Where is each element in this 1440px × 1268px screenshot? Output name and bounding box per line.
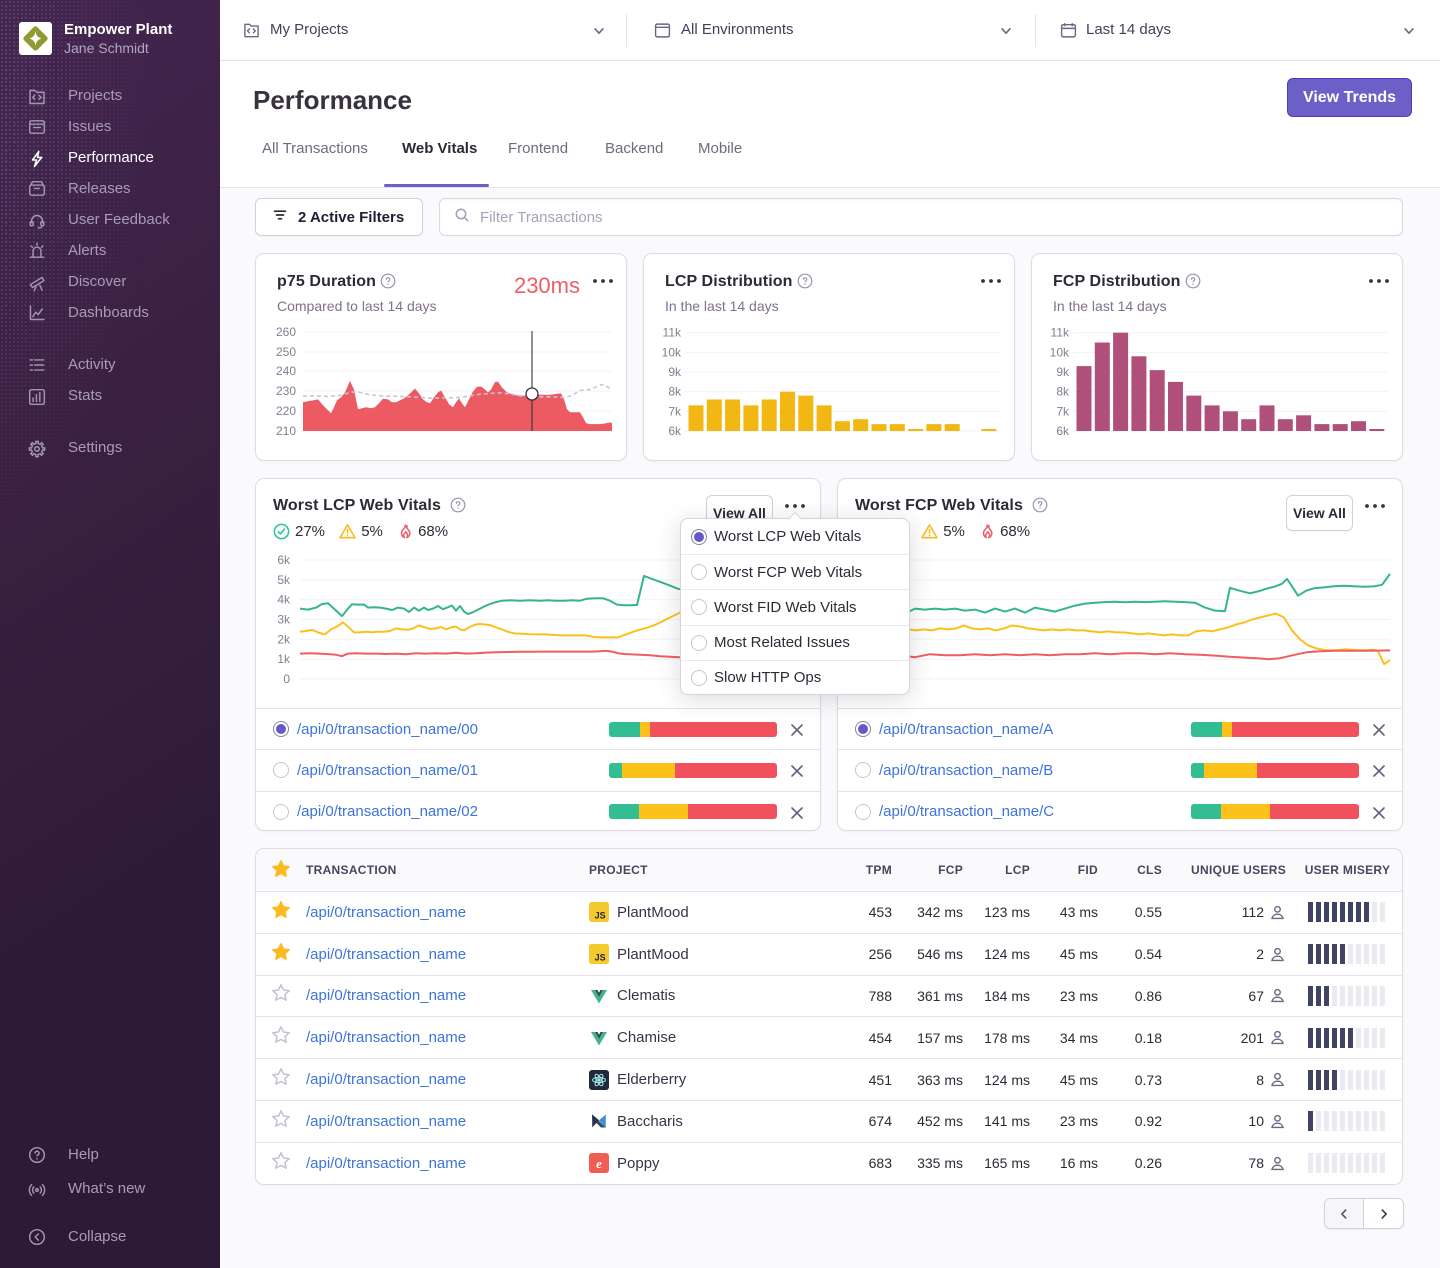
- svg-text:210: 210: [276, 424, 296, 438]
- svg-text:4k: 4k: [277, 593, 291, 607]
- svg-text:6k: 6k: [277, 553, 291, 567]
- svg-text:230: 230: [276, 384, 296, 398]
- svg-text:220: 220: [276, 404, 296, 418]
- svg-text:8k: 8k: [668, 385, 682, 399]
- svg-text:e: e: [596, 1156, 602, 1171]
- svg-text:10k: 10k: [662, 345, 682, 359]
- svg-text:11k: 11k: [663, 326, 682, 340]
- svg-text:2k: 2k: [277, 632, 291, 646]
- svg-text:7k: 7k: [1056, 404, 1070, 418]
- svg-text:6k: 6k: [1056, 424, 1070, 438]
- svg-text:9k: 9k: [1056, 365, 1070, 379]
- svg-text:9k: 9k: [668, 365, 682, 379]
- svg-text:0: 0: [283, 672, 290, 686]
- svg-text:1k: 1k: [277, 652, 291, 666]
- svg-text:240: 240: [276, 364, 296, 378]
- svg-text:10k: 10k: [1050, 345, 1070, 359]
- svg-text:6k: 6k: [668, 424, 682, 438]
- svg-text:7k: 7k: [668, 404, 682, 418]
- svg-text:3k: 3k: [277, 613, 291, 627]
- svg-text:250: 250: [276, 345, 296, 359]
- svg-text:5k: 5k: [277, 573, 291, 587]
- svg-text:260: 260: [276, 325, 296, 339]
- svg-text:8k: 8k: [1056, 385, 1070, 399]
- svg-text:11k: 11k: [1051, 326, 1070, 340]
- svg-text:JS: JS: [595, 953, 606, 963]
- svg-text:JS: JS: [595, 911, 606, 921]
